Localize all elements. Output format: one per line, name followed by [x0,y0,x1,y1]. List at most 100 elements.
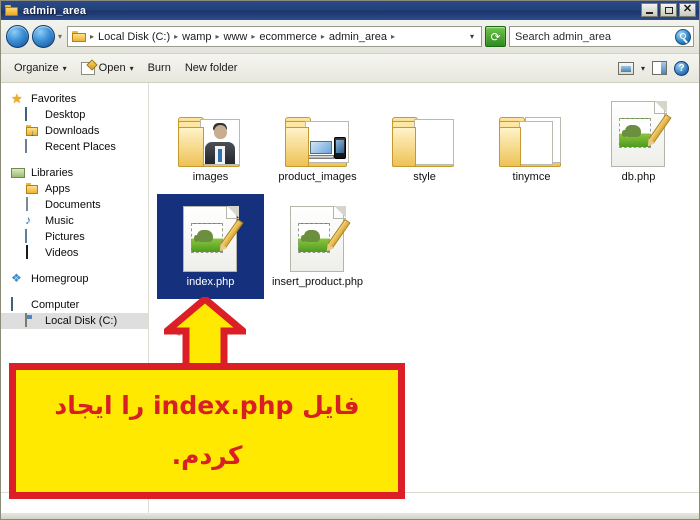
file-explorer-window: admin_area ✕ ◀ ▶ ▾ ▸ Local Disk (C:) ▸ w… [0,0,700,520]
sidebar-label: Documents [45,199,101,211]
file-name: index.php [186,276,235,288]
file-item-images[interactable]: images [157,89,264,194]
sidebar-label: Libraries [31,167,74,179]
sidebar-label: Local Disk (C:) [45,315,118,327]
title-bar: admin_area ✕ [1,1,699,20]
desktop-icon [25,107,40,122]
open-button[interactable]: Open ▾ [74,59,141,78]
sidebar-label: Recent Places [45,141,116,153]
php-file-icon [182,206,244,272]
forward-button[interactable]: ▶ [32,25,206,335]
sidebar-label: Music [45,215,74,227]
file-item-tinymce[interactable]: tinymce [478,89,585,194]
sidebar-item-pictures[interactable]: Pictures [1,229,148,245]
help-icon[interactable]: ? [674,60,689,76]
sidebar-label: Favorites [31,93,77,105]
file-item-db-php[interactable]: db.php [585,89,692,194]
recent-places-icon [25,139,40,154]
preview-pane-icon[interactable] [652,61,667,75]
disk-icon [25,313,40,328]
sidebar-item-apps[interactable]: Apps [1,181,148,197]
search-icon[interactable] [675,28,691,45]
php-file-icon [289,206,351,272]
breadcrumb-item-www[interactable]: www [221,31,251,43]
downloads-folder-icon: ↓ [25,124,40,138]
close-button[interactable]: ✕ [679,3,696,17]
folder-icon [177,113,244,167]
window-bottom-strip [1,513,699,519]
search-input[interactable]: Search admin_area [509,26,694,47]
nav-group-computer: Computer Local Disk (C:) [1,297,148,329]
chevron-down-icon[interactable]: ▾ [641,64,645,73]
open-label: Open [98,62,126,74]
sidebar-item-homegroup[interactable]: ❖ Homegroup [1,271,148,287]
burn-label: Burn [147,62,171,74]
video-icon [25,245,40,260]
breadcrumb-item-local-disk[interactable]: Local Disk (C:) [95,31,173,43]
file-item-product-images[interactable]: product_images [264,89,371,194]
breadcrumb[interactable]: ▸ Local Disk (C:) ▸ wamp ▸ www ▸ ecommer… [67,26,482,47]
sidebar-item-local-disk-c[interactable]: Local Disk (C:) [1,313,148,329]
computer-icon [11,297,26,312]
thumbnail [182,200,244,272]
sidebar-label: Apps [45,183,71,195]
blank-sheet-thumbnail [413,119,454,165]
homegroup-icon: ❖ [11,271,22,285]
breadcrumb-item-admin-area[interactable]: admin_area [326,31,390,43]
folder-icon [391,113,458,167]
close-icon: ✕ [682,3,693,15]
sidebar-item-music[interactable]: ♪ Music [1,213,148,229]
search-placeholder: Search admin_area [515,30,612,43]
file-item-style[interactable]: style [371,89,478,194]
history-dropdown-button[interactable]: ▾ [58,32,62,41]
sidebar-item-documents[interactable]: Documents [1,197,148,213]
file-name: db.php [621,171,656,183]
php-file-icon [610,101,672,167]
folder-icon [284,113,351,167]
sidebar-item-videos[interactable]: Videos [1,245,148,261]
minimize-button[interactable] [641,3,658,17]
nav-group-favorites: ★ Favorites Desktop ↓ Downloads Recent P… [1,91,148,155]
thumbnail [498,95,565,167]
file-name: insert_product.php [271,276,364,288]
breadcrumb-item-ecommerce[interactable]: ecommerce [256,31,319,43]
burn-button[interactable]: Burn [141,59,178,77]
command-toolbar: Organize ▾ Open ▾ Burn New folder ▾ ? [1,54,699,83]
breadcrumb-separator: ▸ [390,32,395,41]
thumbnail [289,200,351,272]
refresh-button[interactable]: ⟳ [485,26,506,47]
back-button[interactable]: ◀ [6,25,180,335]
thumbnail [177,95,244,167]
sidebar-item-favorites[interactable]: ★ Favorites [1,91,148,107]
papers-thumbnail [518,121,553,165]
maximize-button[interactable] [660,3,677,17]
devices-thumbnail [304,121,349,163]
address-bar: ◀ ▶ ▾ ▸ Local Disk (C:) ▸ wamp ▸ www ▸ e… [1,20,699,335]
folder-icon [25,182,40,196]
breadcrumb-item-wamp[interactable]: wamp [179,31,214,43]
chevron-down-icon[interactable]: ▾ [468,32,479,41]
file-grid: images product_images style tinymce db.p… [157,89,699,299]
window-title: admin_area [23,4,87,17]
sidebar-item-desktop[interactable]: Desktop [1,107,148,123]
annotation-callout: فایل index.php را ایجاد کردم. [9,363,405,499]
sidebar-item-computer[interactable]: Computer [1,297,148,313]
star-icon: ★ [11,91,23,106]
refresh-icon: ⟳ [490,29,501,44]
file-item-index-php[interactable]: index.php [157,194,264,299]
nav-group-homegroup: ❖ Homegroup [1,271,148,287]
sidebar-label: Pictures [45,231,85,243]
libraries-icon [11,166,26,180]
folder-icon [5,5,18,16]
file-name: tinymce [512,171,551,183]
sidebar-label: Videos [45,247,79,259]
sidebar-item-downloads[interactable]: ↓ Downloads [1,123,148,139]
sidebar-label: Computer [31,299,80,311]
organize-button[interactable]: Organize ▾ [7,59,74,77]
sidebar-item-recent-places[interactable]: Recent Places [1,139,148,155]
file-item-insert-product-php[interactable]: insert_product.php [264,194,371,299]
new-folder-button[interactable]: New folder [178,59,245,77]
annotation-line-2: کردم. [171,441,243,470]
sidebar-item-libraries[interactable]: Libraries [1,165,148,181]
change-view-icon[interactable] [617,61,634,75]
